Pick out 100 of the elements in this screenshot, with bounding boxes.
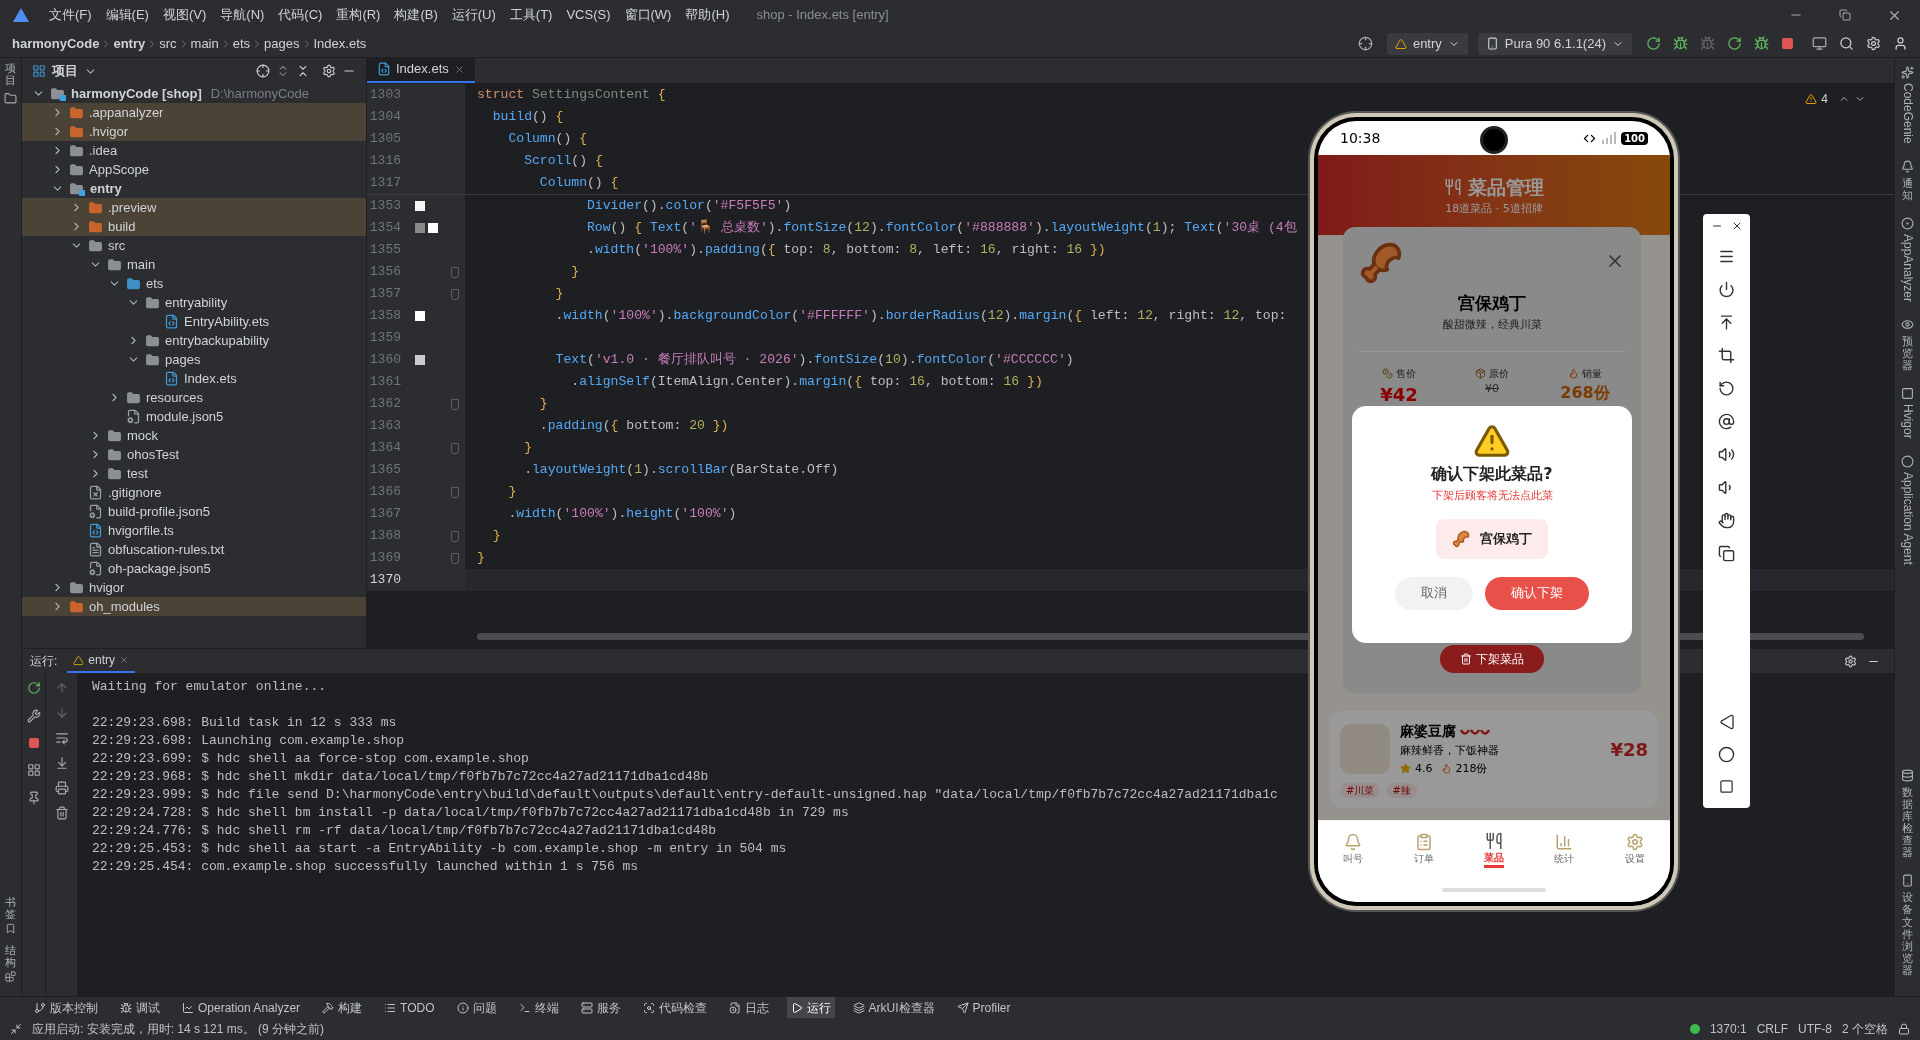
- stop-icon[interactable]: [1781, 37, 1794, 50]
- menu-item[interactable]: 窗口(W): [617, 5, 679, 25]
- settings-icon[interactable]: [322, 64, 336, 78]
- restore-icon[interactable]: [1839, 9, 1851, 21]
- tool-window-tab[interactable]: 书签: [5, 895, 16, 920]
- home-icon[interactable]: [1718, 746, 1735, 763]
- tool-window-tab[interactable]: 项目: [5, 62, 16, 87]
- wrap-icon[interactable]: [54, 731, 69, 745]
- delist-button[interactable]: 下架菜品: [1440, 645, 1544, 673]
- structure-icon[interactable]: [5, 971, 16, 982]
- app-tab[interactable]: 菜品: [1468, 831, 1519, 868]
- bookmark-icon[interactable]: [5, 922, 16, 934]
- bell-icon[interactable]: [1901, 159, 1914, 173]
- menu-item[interactable]: 导航(N): [213, 5, 272, 25]
- tool-tab[interactable]: 服务: [576, 997, 625, 1018]
- monitor-icon[interactable]: [1812, 36, 1827, 51]
- search-icon[interactable]: [1839, 36, 1854, 51]
- menu-item[interactable]: 代码(C): [271, 5, 330, 25]
- panel-title[interactable]: 项目: [52, 61, 78, 81]
- fold-marker-icon[interactable]: [451, 266, 459, 278]
- app-tab[interactable]: 订单: [1398, 833, 1449, 866]
- tree-item[interactable]: .appanalyzer: [22, 103, 366, 122]
- power-icon[interactable]: [1718, 281, 1735, 298]
- tool-window-tab[interactable]: 数据库检查器: [1902, 785, 1913, 859]
- tree-item[interactable]: harmonyCode [shop] D:\harmonyCode: [22, 84, 366, 103]
- tree-item[interactable]: .hvigor: [22, 122, 366, 141]
- color-swatch[interactable]: [415, 311, 425, 321]
- tree-item[interactable]: build-profile.json5: [22, 502, 366, 521]
- eye-icon[interactable]: [1901, 317, 1914, 331]
- hand-icon[interactable]: [1718, 512, 1735, 529]
- menu-item[interactable]: 工具(T): [502, 5, 560, 25]
- breadcrumb-item[interactable]: pages: [264, 33, 300, 54]
- tool-tab[interactable]: ArkUI检查器: [848, 997, 939, 1018]
- lock-icon[interactable]: [1898, 1023, 1910, 1035]
- warning-count[interactable]: 4: [1821, 90, 1828, 108]
- tool-tab[interactable]: 终端: [514, 997, 563, 1018]
- menu-item[interactable]: 文件(F): [42, 5, 99, 25]
- tool-tab[interactable]: TODO: [380, 997, 439, 1018]
- trash-icon[interactable]: [54, 806, 69, 820]
- recents-icon[interactable]: [1719, 779, 1734, 794]
- tool-tab[interactable]: 运行: [786, 997, 835, 1018]
- tree-item[interactable]: hvigorfile.ts: [22, 521, 366, 540]
- scroll-end-icon[interactable]: [54, 756, 69, 770]
- tree-item[interactable]: main: [22, 255, 366, 274]
- locate-icon[interactable]: [1357, 36, 1373, 51]
- tool-tab[interactable]: 代码检查: [638, 997, 711, 1018]
- tool-window-tab[interactable]: CodeGenie: [1898, 83, 1917, 144]
- fold-marker-icon[interactable]: [451, 530, 459, 542]
- panel-toggle-icon[interactable]: [10, 1023, 22, 1035]
- app-tab[interactable]: 设置: [1609, 833, 1660, 866]
- layout-icon[interactable]: [26, 763, 41, 777]
- tree-item[interactable]: oh-package.json5: [22, 559, 366, 578]
- tool-tab[interactable]: 日志: [724, 997, 773, 1018]
- rotate-icon[interactable]: [1718, 380, 1735, 397]
- debug-icon[interactable]: [1673, 36, 1688, 51]
- tree-item[interactable]: entry: [22, 179, 366, 198]
- menu-item[interactable]: VCS(S): [559, 5, 618, 25]
- line-ending[interactable]: CRLF: [1756, 1020, 1788, 1038]
- tree-item[interactable]: oh_modules: [22, 597, 366, 616]
- tool-tab[interactable]: 调试: [116, 997, 164, 1018]
- rerun-icon[interactable]: [1727, 36, 1742, 51]
- fold-marker-icon[interactable]: [451, 442, 459, 454]
- run-config-dropdown[interactable]: entry: [1386, 32, 1468, 55]
- sparkle-icon[interactable]: [1901, 66, 1914, 79]
- indent-setting[interactable]: 2 个空格: [1842, 1020, 1888, 1038]
- tree-item[interactable]: .gitignore: [22, 483, 366, 502]
- tree-item[interactable]: obfuscation-rules.txt: [22, 540, 366, 559]
- tree-item[interactable]: mock: [22, 426, 366, 445]
- color-swatch[interactable]: [415, 355, 425, 365]
- tree-item[interactable]: entryability: [22, 293, 366, 312]
- menu-item[interactable]: 重构(R): [329, 5, 388, 25]
- debug-icon[interactable]: [1754, 36, 1769, 51]
- tool-tab[interactable]: 问题: [452, 997, 501, 1018]
- tree-item[interactable]: .preview: [22, 198, 366, 217]
- menu-item[interactable]: 视图(V): [155, 5, 214, 25]
- caret-position[interactable]: 1370:1: [1709, 1020, 1747, 1038]
- rerun-icon[interactable]: [26, 681, 41, 695]
- tool-tab[interactable]: Operation Analyzer: [178, 997, 305, 1018]
- crop-icon[interactable]: [1718, 347, 1735, 364]
- tool-window-tab[interactable]: 设备文件浏览器: [1902, 891, 1913, 976]
- tool-window-tab[interactable]: 预览器: [1902, 334, 1913, 372]
- tool-window-tab[interactable]: Application Agent: [1898, 471, 1917, 565]
- app-tab[interactable]: 叫号: [1328, 833, 1379, 866]
- cancel-button[interactable]: 取消: [1395, 576, 1473, 610]
- tool-tab[interactable]: Profiler: [952, 997, 1015, 1018]
- fold-marker-icon[interactable]: [451, 398, 459, 410]
- dish-card[interactable]: 麻婆豆腐 麻辣鲜香，下饭神器 4.6 218份 ¥28 #川菜 #辣: [1330, 711, 1658, 808]
- menu-item[interactable]: 编辑(E): [98, 5, 156, 25]
- breadcrumb-item[interactable]: entry: [113, 33, 146, 54]
- fold-marker-icon[interactable]: [451, 288, 459, 300]
- tool-window-tab[interactable]: Hvigor: [1898, 404, 1917, 439]
- breadcrumb-item[interactable]: Index.ets: [313, 33, 367, 54]
- wrench-icon[interactable]: [26, 709, 41, 723]
- color-swatch[interactable]: [415, 223, 425, 233]
- file-encoding[interactable]: UTF-8: [1798, 1020, 1832, 1038]
- menu-item[interactable]: 运行(U): [444, 5, 503, 25]
- pin-icon[interactable]: [26, 791, 41, 805]
- settings-icon[interactable]: [1866, 36, 1881, 51]
- tree-item[interactable]: Index.ets: [22, 369, 366, 388]
- editor-tab[interactable]: Index.ets: [367, 57, 475, 83]
